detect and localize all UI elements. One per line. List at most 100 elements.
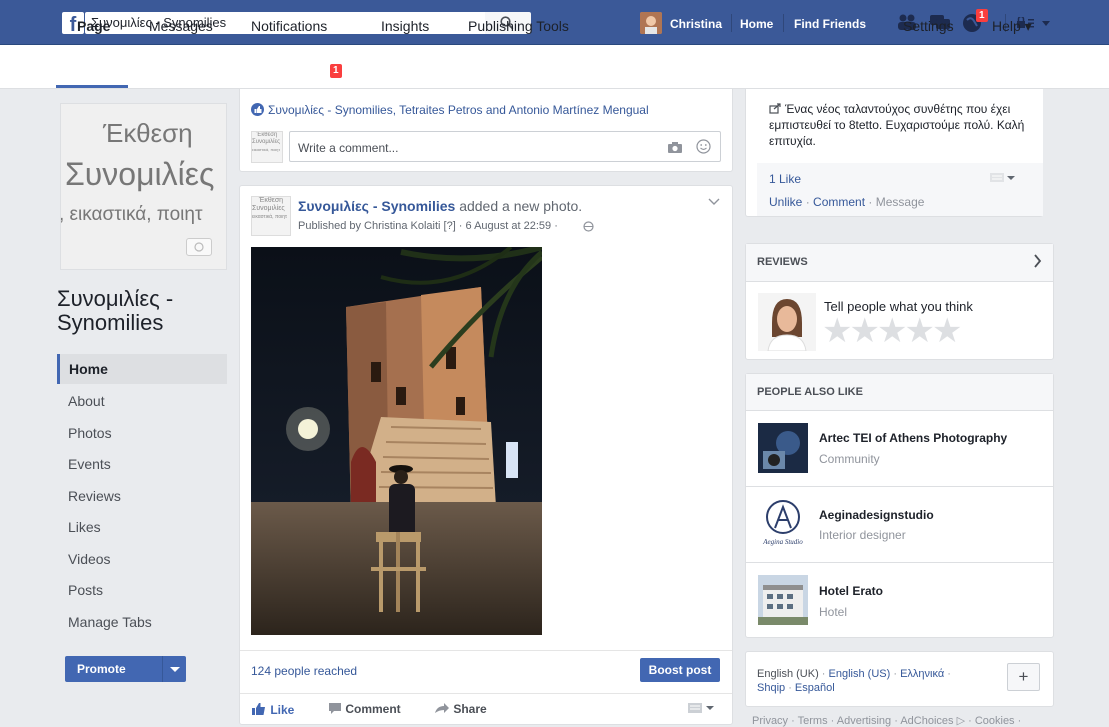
chevron-right-icon[interactable] <box>1033 254 1042 268</box>
camera-icon[interactable] <box>186 238 212 256</box>
post-photo[interactable] <box>251 247 542 635</box>
thumbs-up-icon <box>252 703 265 715</box>
boost-post-button[interactable]: Boost post <box>640 658 720 682</box>
sidebar-item-videos[interactable]: Videos <box>57 544 227 574</box>
message-link[interactable]: Message <box>876 195 925 209</box>
divider <box>240 650 732 651</box>
suggested-page-name[interactable]: Aeginadesignstudio <box>819 508 934 522</box>
star-icon[interactable]: ★ <box>877 312 908 350</box>
separator: · <box>802 195 814 209</box>
page-title: Συνομιλίες - Synomilies <box>57 286 174 335</box>
suggested-page-category: Hotel <box>819 605 848 619</box>
promote-label: Promote <box>77 662 126 676</box>
divider <box>731 14 732 32</box>
audience-selector[interactable] <box>688 702 718 717</box>
separator: · <box>944 668 951 680</box>
cover-text-line: Συνομιλίες <box>65 156 215 192</box>
page-avatar[interactable]: Έκθεση Συνομιλίες εικαστικά, ποιητ <box>251 196 291 236</box>
sidebar-item-reviews[interactable]: Reviews <box>57 481 227 511</box>
suggested-page-name[interactable]: Hotel Erato <box>819 584 883 598</box>
separator: · <box>865 195 876 209</box>
tab-settings[interactable]: Settings <box>903 18 954 34</box>
tab-insights[interactable]: Insights <box>381 18 429 34</box>
separator: · <box>818 668 829 680</box>
camera-icon[interactable] <box>667 141 683 154</box>
tab-publishing-tools[interactable]: Publishing Tools <box>468 18 569 34</box>
suggested-page-name[interactable]: Artec TEI of Athens Photography <box>819 431 1007 445</box>
notification-count-badge: 1 <box>976 9 988 22</box>
options-dropdown-icon[interactable] <box>990 173 1018 183</box>
sidebar-item-events[interactable]: Events <box>57 449 227 479</box>
post-options-chevron-icon[interactable] <box>708 198 720 206</box>
sidebar-item-home[interactable]: Home <box>57 354 227 384</box>
page-thumbnail[interactable] <box>758 423 808 473</box>
divider <box>162 656 163 682</box>
suggested-page-category: Community <box>819 452 880 466</box>
post-author-link[interactable]: Συνομιλίες - Synomilies <box>298 198 455 214</box>
sidebar-item-likes[interactable]: Likes <box>57 512 227 542</box>
people-reached-link[interactable]: 124 people reached <box>251 664 357 678</box>
page-thumbnail[interactable] <box>758 575 808 625</box>
suggested-page-category: Interior designer <box>819 528 906 542</box>
star-icon[interactable]: ★ <box>822 312 853 350</box>
comment-input[interactable]: Write a comment... <box>289 131 721 162</box>
language-link[interactable]: Ελληνικά <box>900 668 944 680</box>
star-icon[interactable]: ★ <box>932 312 963 350</box>
emoji-icon[interactable] <box>696 139 711 154</box>
language-link[interactable]: Shqip <box>757 682 785 694</box>
language-link[interactable]: English (US) <box>829 668 891 680</box>
post-meta: Published by Christina Kolaiti [?] · 6 A… <box>298 220 558 232</box>
divider <box>240 693 732 694</box>
like-reaction-icon <box>251 103 264 116</box>
sidebar-item-manage-tabs[interactable]: Manage Tabs <box>57 607 227 637</box>
avatar-text: εικαστικά, ποιητ <box>252 147 280 152</box>
notifications-tab-badge: 1 <box>330 64 342 78</box>
comment-link[interactable]: Comment <box>813 195 865 209</box>
comment-label: Comment <box>345 702 401 716</box>
help-menu[interactable]: Help ▾ <box>992 18 1032 35</box>
sidebar-item-about[interactable]: About <box>57 386 227 416</box>
comment-button[interactable]: Comment <box>328 702 401 716</box>
like-label: Like <box>270 703 295 717</box>
reviews-heading: REVIEWS <box>757 256 808 268</box>
language-link[interactable]: Español <box>795 682 835 694</box>
user-avatar[interactable] <box>640 12 662 34</box>
separator: · <box>890 668 901 680</box>
post-header: Συνομιλίες - Synomilies added a new phot… <box>298 198 582 214</box>
people-also-like-heading: PEOPLE ALSO LIKE <box>757 386 863 398</box>
likes-count-link[interactable]: 1 Like <box>769 172 801 186</box>
share-arrow-icon <box>435 703 449 713</box>
avatar-text: εικαστικά, ποιητ <box>252 214 287 220</box>
home-link[interactable]: Home <box>740 17 773 31</box>
user-name-link[interactable]: Christina <box>670 17 722 31</box>
tab-notifications[interactable]: Notifications <box>251 18 327 34</box>
avatar-text: Έκθεση <box>256 132 278 138</box>
audience-dropdown-icon <box>688 703 714 713</box>
tab-messages[interactable]: Messages <box>149 18 213 34</box>
reaction-likers-link[interactable]: Συνομιλίες - Synomilies, Tetraites Petro… <box>268 103 649 117</box>
chevron-down-icon <box>170 667 180 672</box>
star-rating-input[interactable]: ★★★★★ <box>822 314 962 348</box>
separator: · <box>785 682 795 694</box>
add-language-button[interactable]: + <box>1007 663 1040 691</box>
message-body: Ένας νέος ταλαντούχος συνθέτης που έχει … <box>769 102 1025 148</box>
active-tab-indicator <box>56 85 128 88</box>
star-icon[interactable]: ★ <box>904 312 935 350</box>
like-button[interactable]: Like <box>251 702 294 717</box>
sidebar-item-posts[interactable]: Posts <box>57 575 227 605</box>
avatar-text: Συνομιλίες <box>252 139 281 145</box>
divider <box>746 562 1053 563</box>
divider <box>783 14 784 32</box>
share-button[interactable]: Share <box>434 702 487 716</box>
commenter-avatar: Έκθεση Συνομιλίες εικαστικά, ποιητ <box>251 131 283 163</box>
sidebar-item-photos[interactable]: Photos <box>57 418 227 448</box>
post-action-text: added a new photo. <box>459 198 583 214</box>
footer-links[interactable]: Privacy · Terms · Advertising · AdChoice… <box>752 714 1021 727</box>
share-label: Share <box>453 702 487 716</box>
find-friends-link[interactable]: Find Friends <box>794 17 866 31</box>
tab-page[interactable]: Page <box>77 18 110 34</box>
promote-button[interactable]: Promote <box>65 656 186 682</box>
page-thumbnail[interactable]: Aegina Studio <box>758 498 808 550</box>
unlike-link[interactable]: Unlike <box>769 195 802 209</box>
star-icon[interactable]: ★ <box>849 312 880 350</box>
